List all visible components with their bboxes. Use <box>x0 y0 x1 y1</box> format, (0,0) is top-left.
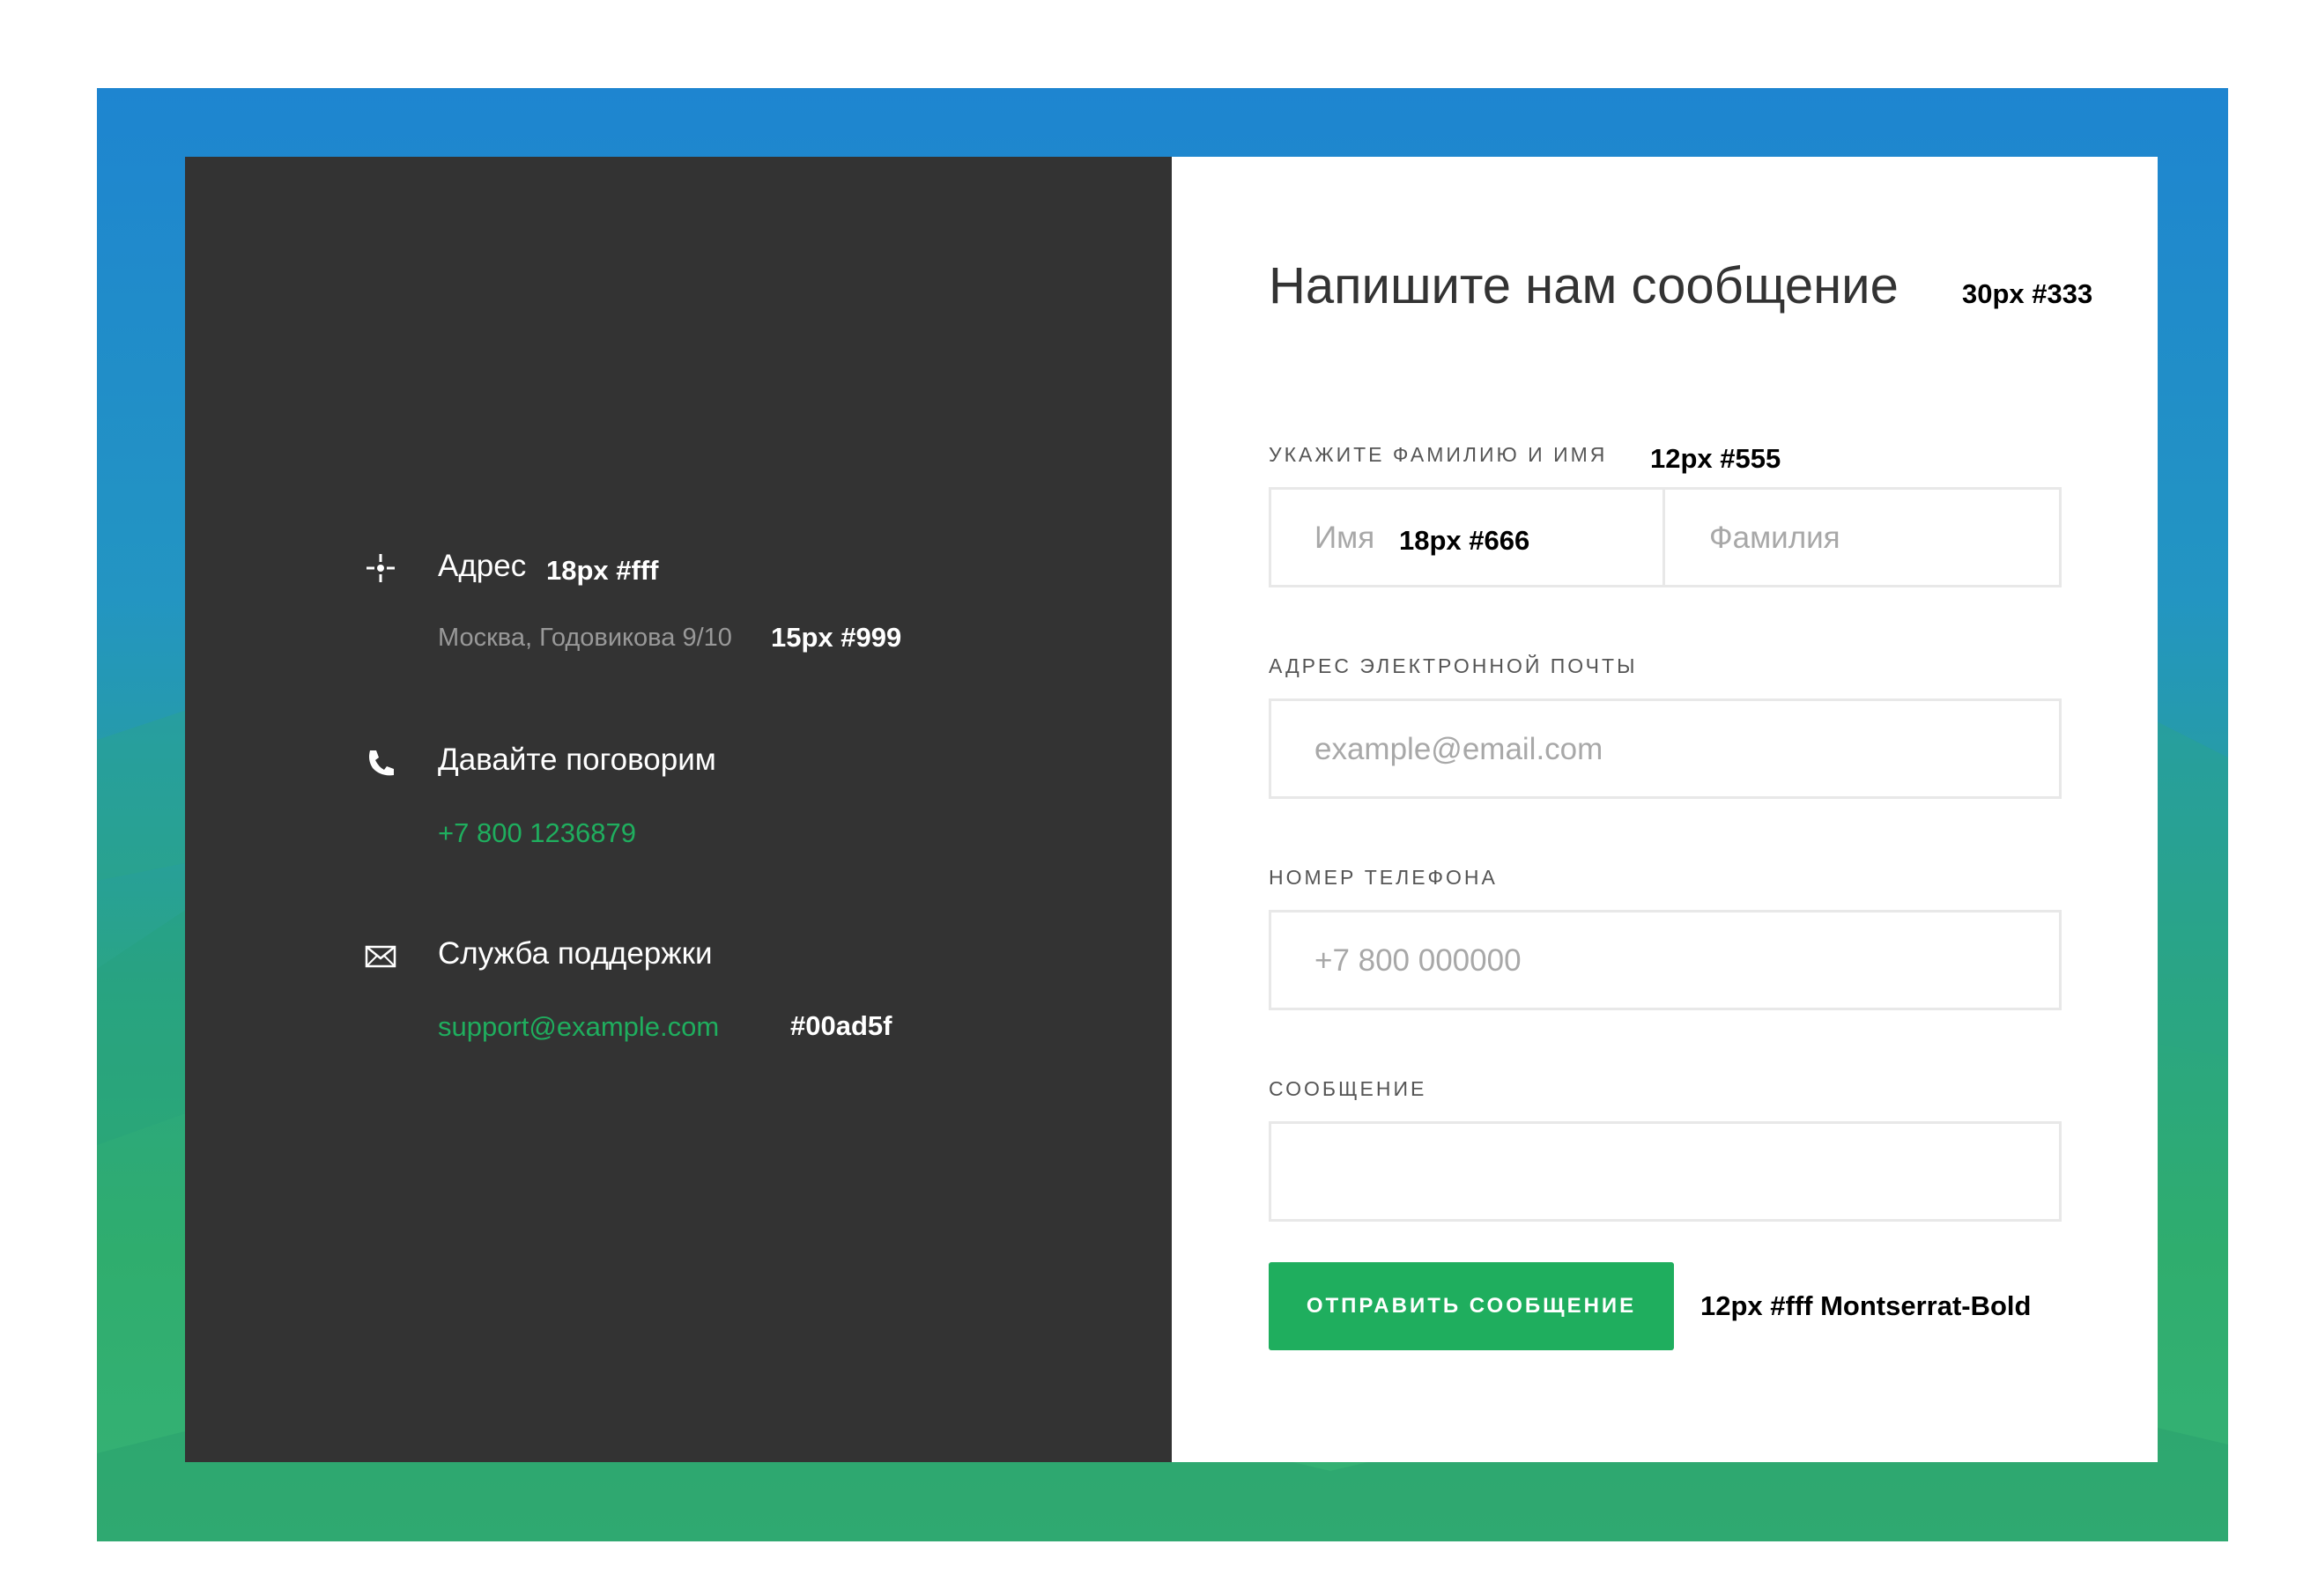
address-value: Москва, Годовикова 9/10 <box>438 624 732 652</box>
annotation-info-title: 18px #fff <box>546 555 659 586</box>
annotation-title: 30px #333 <box>1962 278 2093 309</box>
submit-button[interactable]: Отправить сообщение <box>1269 1262 1674 1350</box>
phone-placeholder: +7 800 000000 <box>1314 943 1522 978</box>
phone-icon <box>369 750 394 776</box>
support-title: Служба поддержки <box>438 936 713 971</box>
annotation-input: 18px #666 <box>1399 525 1530 556</box>
phone-title: Давайте поговорим <box>438 743 716 777</box>
envelope-icon <box>365 945 396 968</box>
address-title: Адрес <box>438 549 527 583</box>
message-label: Сообщение <box>1269 1077 1427 1100</box>
last-name-placeholder: Фамилия <box>1709 521 1840 555</box>
location-crosshair-icon <box>367 554 395 582</box>
annotation-info-sub: 15px #999 <box>771 622 902 653</box>
first-name-placeholder: Имя <box>1314 521 1375 555</box>
email-label: Адрес электронной почты <box>1269 654 1638 677</box>
annotation-button: 12px #fff Montserrat-Bold <box>1700 1290 2032 1321</box>
phone-link[interactable]: +7 800 1236879 <box>438 817 636 849</box>
email-placeholder: example@email.com <box>1314 732 1603 766</box>
support-email-link[interactable]: support@example.com <box>438 1011 719 1043</box>
annotation-accent: #00ad5f <box>790 1010 892 1041</box>
form-title: Напишите нам сообщение <box>1269 257 1899 314</box>
name-label: Укажите фамилию и имя <box>1269 443 1608 466</box>
contact-info-panel <box>185 157 1172 1462</box>
annotation-label: 12px #555 <box>1650 443 1781 474</box>
phone-label: Номер телефона <box>1269 866 1498 889</box>
message-textarea[interactable] <box>1269 1121 2062 1222</box>
